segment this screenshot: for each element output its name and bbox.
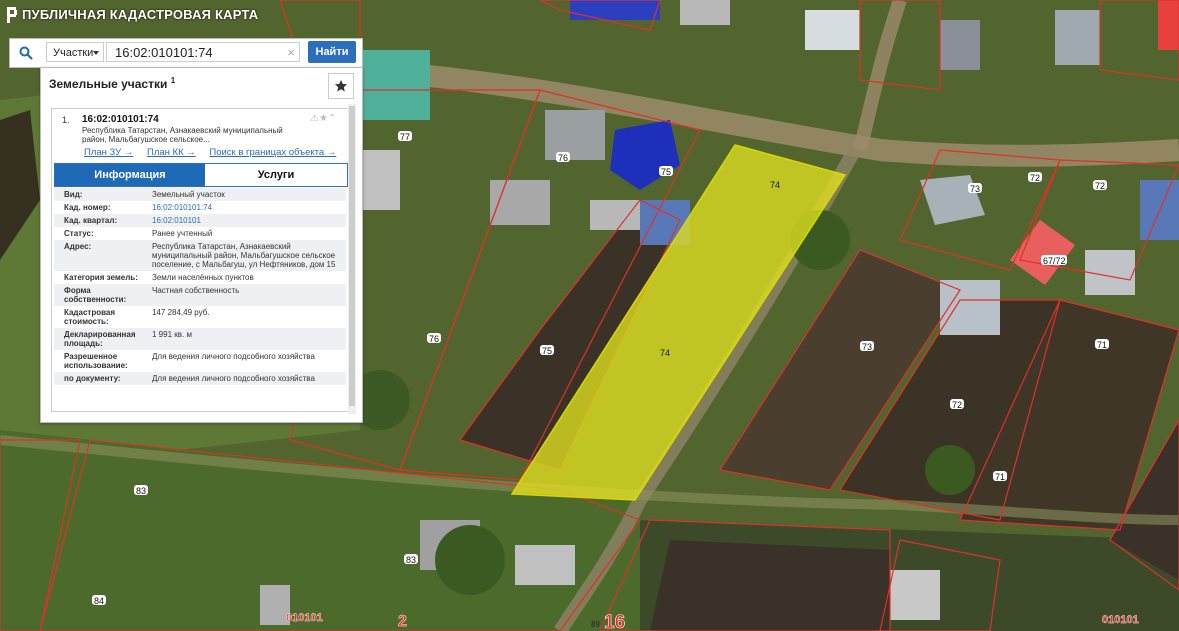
row-key: Категория земель:	[64, 273, 138, 282]
label-83b: 83	[406, 555, 416, 565]
table-row: по документу: Для ведения личного подсобн…	[54, 372, 346, 385]
row-key: Вид:	[64, 190, 83, 199]
panel-title-text: Земельные участки	[49, 77, 168, 91]
row-value-link[interactable]: 16:02:010101:74	[150, 203, 342, 212]
address-short: Республика Татарстан, Азнакаевский муниц…	[82, 126, 283, 144]
district-number-89: 89	[591, 620, 600, 629]
row-value: 147 284,49 руб.	[152, 308, 210, 317]
label-74-top: 74	[770, 180, 780, 190]
quarter-label-right: 010101	[1102, 614, 1139, 626]
app-title: ПУБЛИЧНАЯ КАДАСТРОВАЯ КАРТА	[22, 7, 259, 22]
row-value: 1 991 кв. м	[152, 330, 192, 339]
tab-services[interactable]: Услуги	[205, 164, 347, 186]
table-row: Декларированная площадь: 1 991 кв. м	[54, 328, 346, 350]
results-panel: Земельные участки 1 1. 16:02:010101:74 Р…	[40, 67, 363, 423]
district-number-16: 16	[604, 612, 625, 631]
table-row: Кад. квартал: 16:02:010101	[54, 214, 346, 227]
plan-kk-link[interactable]: План КК →	[147, 147, 196, 158]
close-icon[interactable]: ×	[287, 43, 295, 63]
top-bar: ПУБЛИЧНАЯ КАДАСТРОВАЯ КАРТА	[0, 0, 1179, 32]
label-71a: 71	[1097, 340, 1107, 350]
label-74-center: 74	[660, 348, 670, 358]
label-72a: 72	[1030, 173, 1040, 183]
label-75: 75	[661, 167, 671, 177]
table-row: Форма собственности: Частная собственност…	[54, 284, 346, 306]
label-75b: 75	[542, 346, 552, 356]
scrollbar-thumb[interactable]	[349, 106, 355, 406]
card-action-icons: ⚠★⌃	[310, 113, 336, 124]
district-number-2: 2	[398, 613, 407, 630]
row-key: Разрешенное использование:	[64, 352, 128, 370]
label-73: 73	[970, 184, 980, 194]
field-lower-right	[650, 540, 890, 631]
row-key: Кадастровая стоимость:	[64, 308, 116, 326]
row-value: Для ведения личного подсобного хозяйства	[152, 374, 315, 383]
plan-zu-link[interactable]: План ЗУ →	[84, 147, 133, 158]
label-77: 77	[400, 132, 410, 142]
app-logo-icon	[7, 7, 17, 23]
label-76: 76	[558, 153, 568, 163]
table-row: Разрешенное использование: Для ведения ли…	[54, 350, 346, 372]
row-key: Статус:	[64, 229, 94, 238]
label-71b: 71	[995, 472, 1005, 482]
table-row: Категория земель: Земли населённых пункто…	[54, 271, 346, 284]
card-tabs: Информация Услуги	[54, 163, 348, 187]
results-count: 1	[170, 76, 176, 85]
warning-icon[interactable]: ⚠	[310, 113, 319, 124]
row-value: Земли населённых пунктов	[152, 273, 254, 282]
table-row: Кадастровая стоимость: 147 284,49 руб.	[54, 306, 346, 328]
search-input[interactable]: 16:02:010101:74 ×	[106, 42, 300, 62]
row-key: Форма собственности:	[64, 286, 127, 304]
card-links: План ЗУ → План КК → Поиск в границах объ…	[84, 147, 347, 158]
panel-scrollbar[interactable]	[348, 104, 356, 414]
info-table: Вид: Земельный участок Кад. номер: 16:02:0…	[54, 188, 346, 385]
item-index: 1.	[62, 115, 70, 125]
row-key: Кад. квартал:	[64, 216, 118, 225]
chevron-up-icon[interactable]: ⌃	[328, 113, 336, 124]
find-button[interactable]: Найти	[308, 41, 356, 63]
table-row: Адрес: Республика Татарстан, Азнакаевский…	[54, 240, 346, 271]
quarter-label-left: 010101	[286, 612, 323, 624]
search-type-value: Участки	[53, 47, 94, 59]
table-row: Кад. номер: 16:02:010101:74	[54, 201, 346, 214]
label-76b: 76	[429, 334, 439, 344]
row-key: Декларированная площадь:	[64, 330, 136, 348]
label-84: 84	[94, 596, 104, 606]
search-query: 16:02:010101:74	[115, 45, 213, 60]
search-bar: Участки 16:02:010101:74 × Найти	[9, 38, 363, 68]
panel-title: Земельные участки 1	[49, 76, 175, 91]
search-type-select[interactable]: Участки	[46, 42, 104, 62]
parcel-card: 1. 16:02:010101:74 Республика Татарстан,…	[51, 108, 349, 412]
star-icon	[335, 80, 347, 92]
row-key: Кад. номер:	[64, 203, 111, 212]
label-73b: 73	[862, 342, 872, 352]
row-value: Для ведения личного подсобного хозяйства	[152, 352, 315, 361]
favorite-button[interactable]	[328, 73, 354, 99]
star-outline-icon[interactable]: ★	[319, 113, 328, 124]
label-67-72: 67/72	[1043, 256, 1066, 266]
row-key: по документу:	[64, 374, 121, 383]
chevron-down-icon	[93, 51, 99, 55]
label-83a: 83	[136, 486, 146, 496]
cadastral-number-title[interactable]: 16:02:010101:74	[82, 114, 159, 125]
row-value: Земельный участок	[152, 190, 225, 199]
label-72b: 72	[1095, 181, 1105, 191]
row-key: Адрес:	[64, 242, 92, 251]
table-row: Статус: Ранее учтенный	[54, 227, 346, 240]
row-value: Ранее учтенный	[152, 229, 213, 238]
search-icon[interactable]	[10, 39, 42, 67]
tab-information[interactable]: Информация	[55, 164, 205, 186]
row-value-link[interactable]: 16:02:010101	[150, 216, 342, 225]
table-row: Вид: Земельный участок	[54, 188, 346, 201]
label-72c: 72	[952, 400, 962, 410]
row-value: Республика Татарстан, Азнакаевский муниц…	[152, 242, 336, 269]
row-value: Частная собственность	[152, 286, 240, 295]
search-in-bounds-link[interactable]: Поиск в границах объекта →	[209, 147, 336, 158]
